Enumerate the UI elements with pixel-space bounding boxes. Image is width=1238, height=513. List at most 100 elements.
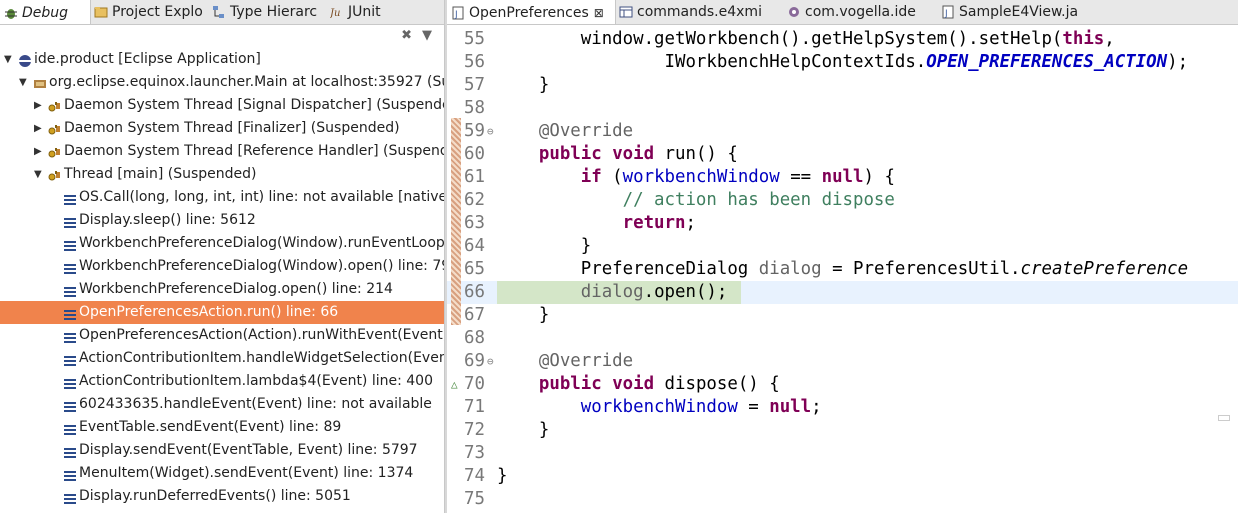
code-text: PreferenceDialog dialog = PreferencesUti… — [497, 259, 1189, 279]
code-text: @Override — [497, 351, 634, 371]
code-line: 68 — [447, 327, 1238, 350]
tree-row[interactable]: Display.sleep() line: 5612 — [0, 209, 444, 232]
tree-row-label: ActionContributionItem.lambda$4(Event) l… — [79, 373, 433, 389]
code-line: 56 IWorkbenchHelpContextIds.OPEN_PREFERE… — [447, 51, 1238, 74]
tree-row[interactable]: WorkbenchPreferenceDialog.open() line: 2… — [0, 278, 444, 301]
line-number: 69 — [464, 351, 485, 371]
tree-row[interactable]: WorkbenchPreferenceDialog(Window).runEve… — [0, 232, 444, 255]
editor-tab-0[interactable]: J OpenPreferences ⊠ — [447, 0, 616, 24]
expand-twisty-icon[interactable]: ▶ — [34, 94, 42, 117]
editor-tabbar: J OpenPreferences ⊠ commands.e4xmi com.vogel… — [447, 0, 1238, 25]
tree-row[interactable]: OpenPreferencesAction(Action).runWithEve… — [0, 324, 444, 347]
code-line: 69 ⊖ @Override — [447, 350, 1238, 373]
code-text: } — [497, 466, 508, 486]
code-text: } — [497, 305, 550, 325]
tab-label: Debug — [22, 4, 69, 21]
tree-row[interactable]: ▶ Daemon System Thread [Finalizer] (Suspe… — [0, 117, 444, 140]
svg-text:J: J — [944, 9, 948, 19]
debug-bug-icon — [4, 6, 18, 20]
fold-collapse-icon[interactable]: ⊖ — [487, 120, 494, 143]
tree-row[interactable]: EventTable.sendEvent(Event) line: 89 — [0, 416, 444, 439]
code-line: 74} — [447, 465, 1238, 488]
view-menu-chevron-down-icon[interactable]: ▼ — [422, 28, 432, 43]
code-text: @Override — [497, 121, 634, 141]
tree-row-label: Daemon System Thread [Signal Dispatcher]… — [64, 97, 444, 113]
collapse-twisty-icon[interactable]: ▼ — [4, 48, 12, 71]
tab-label: Type Hierarc — [230, 4, 318, 20]
code-line: ▲60 public void run() { — [447, 143, 1238, 166]
code-line: 65 PreferenceDialog dialog = Preferences… — [447, 258, 1238, 281]
code-area[interactable]: 55 window.getWorkbench().getHelpSystem()… — [447, 24, 1238, 513]
code-line: 59 ⊖ @Override — [447, 120, 1238, 143]
tree-row[interactable]: ActionContributionItem.handleWidgetSelec… — [0, 347, 444, 370]
stack-frame-icon — [63, 260, 76, 274]
collapse-twisty-icon[interactable]: ▼ — [19, 71, 27, 94]
debug-tree: ▼ ide.product [Eclipse Application] ▼ org.e… — [0, 48, 444, 513]
tab-label: SampleE4View.ja — [959, 4, 1079, 20]
code-line: △ 70 public void dispose() { — [447, 373, 1238, 396]
tree-row[interactable]: ▼ org.eclipse.equinox.launcher.Main at lo… — [0, 71, 444, 94]
close-tab-icon[interactable]: ⊠ — [594, 6, 604, 20]
process-icon — [33, 76, 46, 89]
line-number: 55 — [464, 29, 485, 49]
editor-tab-1[interactable]: commands.e4xmi — [615, 0, 783, 24]
debug-view-toolbar: ✖ ▼ — [401, 28, 432, 43]
stack-frame-row-selected[interactable]: OpenPreferencesAction.run() line: 66 — [0, 301, 444, 324]
debug-view-tab-2[interactable]: Type Hierarc — [208, 0, 326, 24]
stack-frame-icon — [63, 375, 76, 389]
line-number: 73 — [464, 443, 485, 463]
stack-frame-icon — [63, 283, 76, 297]
stack-frame-icon — [63, 237, 76, 251]
debug-view-tab-3[interactable]: Ju JUnit — [326, 0, 444, 24]
debug-view: Debug Project Explo Type Hierarc Ju JUnit ✖ … — [0, 0, 445, 513]
tree-row[interactable]: 602433635.handleEvent(Event) line: not a… — [0, 393, 444, 416]
stack-frame-icon — [63, 398, 76, 412]
debug-view-tab-1[interactable]: Project Explo — [90, 0, 208, 24]
code-line: 71 workbenchWindow = null; — [447, 396, 1238, 419]
line-number: 75 — [464, 489, 485, 509]
tree-row-label: Display.sendEvent(EventTable, Event) lin… — [79, 442, 418, 458]
tree-row[interactable]: WorkbenchPreferenceDialog(Window).open()… — [0, 255, 444, 278]
tree-row-label: OS.Call(long, long, int, int) line: not … — [79, 189, 444, 205]
fold-collapse-icon[interactable]: ⊖ — [487, 350, 494, 373]
overview-ruler-marker[interactable] — [1218, 415, 1230, 421]
remove-terminated-icon[interactable]: ✖ — [401, 28, 412, 43]
tree-row[interactable]: ▼ ide.product [Eclipse Application] — [0, 48, 444, 71]
debug-view-tabbar: Debug Project Explo Type Hierarc Ju JUnit — [0, 0, 444, 25]
code-line: 61 if (workbenchWindow == null) { — [447, 166, 1238, 189]
tree-row-label: 602433635.handleEvent(Event) line: not a… — [79, 396, 432, 412]
code-text: workbenchWindow = null; — [497, 397, 822, 417]
tree-row-label: org.eclipse.equinox.launcher.Main at loc… — [49, 74, 444, 90]
current-instruction-line: ⇨66 dialog.open(); — [447, 281, 1238, 304]
svg-text:Ju: Ju — [330, 8, 340, 19]
stack-frame-icon — [63, 444, 76, 458]
expand-twisty-icon[interactable]: ▶ — [34, 117, 42, 140]
tree-row[interactable]: MenuItem(Widget).sendEvent(Event) line: … — [0, 462, 444, 485]
tree-row-label: Display.sleep() line: 5612 — [79, 212, 256, 228]
collapse-twisty-icon[interactable]: ▼ — [34, 163, 42, 186]
expand-twisty-icon[interactable]: ▶ — [34, 140, 42, 163]
tab-label: com.vogella.ide — [805, 4, 916, 20]
editor-tab-3[interactable]: J SampleE4View.ja — [937, 0, 1107, 24]
code-line: 73 — [447, 442, 1238, 465]
code-text: } — [497, 420, 550, 440]
debug-view-tab-0[interactable]: Debug — [0, 0, 91, 24]
tree-row[interactable]: ▶ Daemon System Thread [Signal Dispatcher… — [0, 94, 444, 117]
tree-row[interactable]: Display.runDeferredEvents() line: 5051 — [0, 485, 444, 508]
code-line: 67 } — [447, 304, 1238, 327]
tree-row[interactable]: ▶ Daemon System Thread [Reference Handler… — [0, 140, 444, 163]
editor-tab-2[interactable]: com.vogella.ide — [783, 0, 937, 24]
line-number: 68 — [464, 328, 485, 348]
tree-row[interactable]: OS.Call(long, long, int, int) line: not … — [0, 186, 444, 209]
code-text: IWorkbenchHelpContextIds.OPEN_PREFERENCE… — [497, 52, 1189, 72]
code-text: dialog.open(); — [580, 282, 728, 302]
code-text: public void run() { — [497, 144, 738, 164]
tree-row[interactable]: Display.sendEvent(EventTable, Event) lin… — [0, 439, 444, 462]
code-line: 58 — [447, 97, 1238, 120]
thread-icon — [48, 99, 61, 112]
tree-row[interactable]: ▼ Thread [main] (Suspended) — [0, 163, 444, 186]
code-text: return; — [497, 213, 696, 233]
tree-row[interactable]: ActionContributionItem.lambda$4(Event) l… — [0, 370, 444, 393]
tree-row-label: ide.product [Eclipse Application] — [34, 51, 261, 67]
line-number: 57 — [464, 75, 485, 95]
